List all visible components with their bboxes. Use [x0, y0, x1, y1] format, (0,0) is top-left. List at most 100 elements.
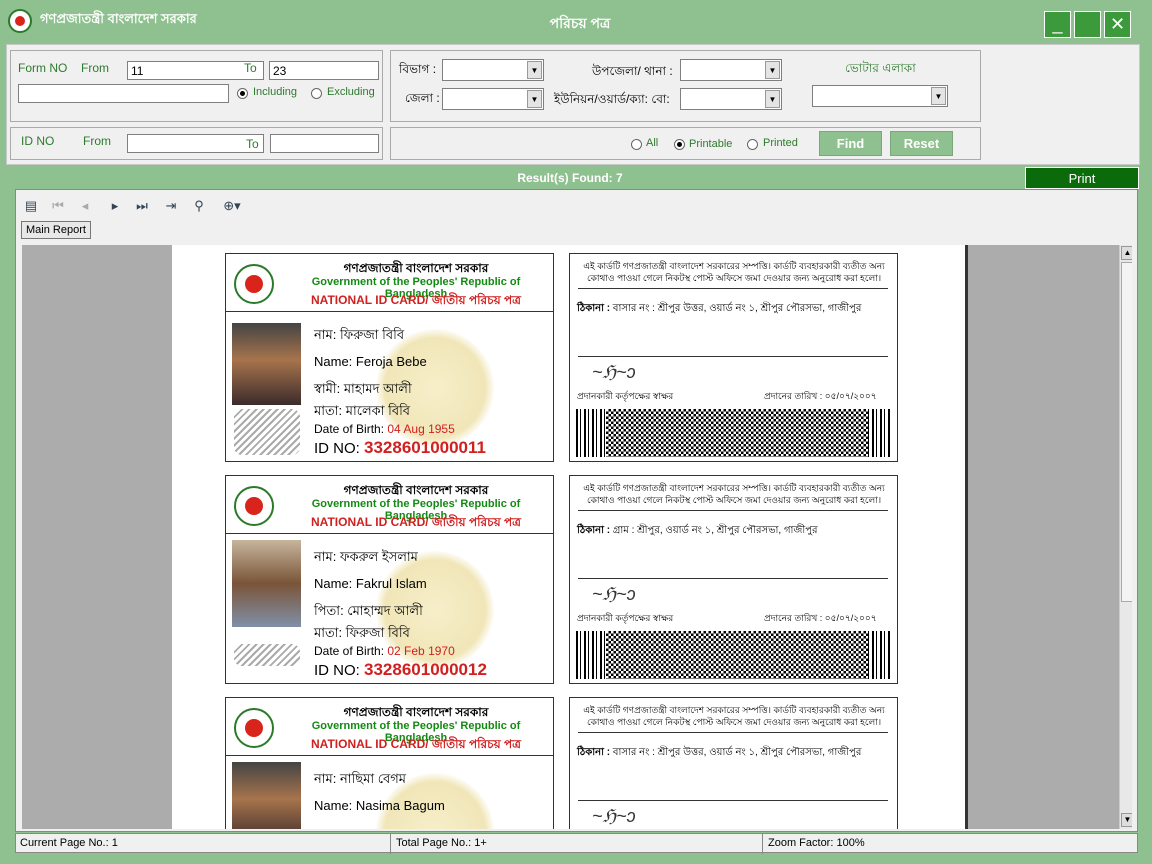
address: ঠিকানা : বাসার নং : শ্রীপুর উত্তর, ওয়ার…: [577, 301, 861, 318]
previous-page-icon[interactable]: ◂: [77, 198, 93, 214]
back-notice: এই কার্ডটি গণপ্রজাতন্ত্রী বাংলাদেশ সরকার…: [583, 483, 885, 505]
address: ঠিকানা : বাসার নং : শ্রীপুর উত্তর, ওয়ার…: [577, 745, 861, 762]
close-button[interactable]: ✕: [1104, 11, 1131, 38]
mother-name: মাতা: মালেকা বিবি: [314, 403, 411, 418]
chevron-down-icon: ▼: [765, 61, 780, 79]
chevron-down-icon: ▼: [527, 61, 542, 79]
excluding-radio[interactable]: [311, 88, 322, 99]
goto-page-icon[interactable]: ⇥: [163, 198, 179, 214]
divider: [578, 800, 888, 801]
excluding-label: Excluding: [327, 86, 375, 98]
export-icon[interactable]: ▤: [23, 198, 39, 214]
date-of-birth: Date of Birth: 04 Aug 1955: [314, 422, 455, 436]
id-number-value: 3328601000012: [364, 660, 487, 679]
maximize-button[interactable]: [1074, 11, 1101, 38]
union-label: ইউনিয়ন/ওয়ার্ড/ক্যা: বো:: [554, 92, 670, 106]
name-english-label: Name:: [314, 354, 353, 369]
including-radio[interactable]: [237, 88, 248, 99]
dob-label: Date of Birth:: [314, 422, 385, 436]
filter-panel: Form NO From To Including Excluding ID N…: [6, 44, 1140, 165]
first-page-icon[interactable]: ⏮: [50, 198, 66, 214]
back-notice: এই কার্ডটি গণপ্রজাতন্ত্রী বাংলাদেশ সরকার…: [583, 261, 885, 283]
including-label: Including: [253, 86, 298, 98]
results-count: Result(s) Found: 7: [517, 171, 623, 185]
next-page-icon[interactable]: ▸: [107, 198, 123, 214]
name-english: Name: Nasima Bagum: [314, 798, 445, 813]
division-select[interactable]: ▼: [442, 59, 544, 81]
government-seal-icon: [234, 708, 274, 748]
status-divider: [390, 834, 391, 854]
main-report-tab[interactable]: Main Report: [21, 221, 91, 239]
district-select[interactable]: ▼: [442, 88, 544, 110]
address-label: ঠিকানা :: [577, 747, 611, 758]
id-from-input[interactable]: [127, 134, 264, 153]
issuer-signature-image: ~ℌ~ↄ: [592, 584, 636, 604]
zoom-icon[interactable]: ⊕▾: [219, 198, 245, 214]
name-bangla: নাম: নাছিমা বেগম: [314, 771, 406, 786]
all-radio[interactable]: [631, 139, 642, 150]
issuer-sign-label: প্রদানকারী কর্তৃপক্ষের স্বাক্ষর: [577, 613, 674, 623]
issuer-signature-image: ~ℌ~ↄ: [592, 806, 636, 826]
minimize-button[interactable]: _: [1044, 11, 1071, 38]
report-canvas: গণপ্রজাতন্ত্রী বাংলাদেশ সরকার Government…: [22, 245, 1132, 829]
relative-name: পিতা: মোহাম্মদ আলী: [314, 603, 423, 618]
find-button[interactable]: Find: [819, 131, 882, 156]
id-card-front: গণপ্রজাতন্ত্রী বাংলাদেশ সরকার Government…: [225, 475, 554, 684]
upazila-select[interactable]: ▼: [680, 59, 782, 81]
issuer-sign-label: প্রদানকারী কর্তৃপক্ষের স্বাক্ষর: [577, 391, 674, 401]
id-to-label: To: [246, 137, 259, 151]
government-seal-icon: [234, 486, 274, 526]
scroll-down-icon[interactable]: ▼: [1121, 813, 1132, 827]
location-group: বিভাগ : ▼ জেলা : ▼ উপজেলা/ থানা : ▼ ইউনি…: [390, 50, 981, 122]
name-bangla: নাম: ফিরুজা বিবি: [314, 327, 405, 342]
cardholder-photo: [232, 540, 301, 627]
name-english: Name: Fakrul Islam: [314, 576, 427, 591]
nid-title: NATIONAL ID CARD/ জাতীয় পরিচয় পত্র: [311, 737, 521, 751]
id-number: ID NO: 3328601000011: [314, 438, 486, 458]
report-page: গণপ্রজাতন্ত্রী বাংলাদেশ সরকার Government…: [172, 245, 968, 829]
relative-name: স্বামী: মাহামদ আলী: [314, 381, 412, 396]
id-to-input[interactable]: [270, 134, 379, 153]
card-header: গণপ্রজাতন্ত্রী বাংলাদেশ সরকার Government…: [226, 476, 553, 534]
last-page-icon[interactable]: ⏭: [134, 198, 150, 214]
id-from-label: From: [83, 134, 111, 148]
search-icon[interactable]: ⚲: [191, 198, 207, 214]
reset-button[interactable]: Reset: [890, 131, 953, 156]
id-no-label: ID NO: [21, 134, 55, 148]
id-number-label: ID NO:: [314, 662, 360, 679]
scroll-thumb[interactable]: [1121, 262, 1132, 602]
title-bar: গণপ্রজাতন্ত্রী বাংলাদেশ সরকার পরিচয় পত্…: [0, 0, 1152, 44]
union-select[interactable]: ▼: [680, 88, 782, 110]
all-label: All: [646, 137, 659, 149]
printed-radio[interactable]: [747, 139, 758, 150]
form-to-input[interactable]: [269, 61, 379, 80]
name-bangla: নাম: ফকরুল ইসলাম: [314, 549, 418, 564]
district-label: জেলা :: [405, 91, 440, 105]
name-english-label: Name:: [314, 798, 353, 813]
print-button[interactable]: Print: [1025, 167, 1139, 189]
address-value: বাসার নং : শ্রীপুর উত্তর, ওয়ার্ড নং ১, …: [612, 747, 862, 758]
form-from-label: From: [81, 61, 109, 75]
vertical-scrollbar[interactable]: ▲ ▼: [1119, 245, 1132, 829]
id-card-front: গণপ্রজাতন্ত্রী বাংলাদেশ সরকার Government…: [225, 697, 554, 829]
name-english: Name: Feroja Bebe: [314, 354, 427, 369]
fingerprint-image: [234, 409, 300, 455]
printable-radio[interactable]: [674, 139, 685, 150]
government-seal-icon: [8, 9, 32, 33]
name-english-value: Fakrul Islam: [355, 576, 427, 591]
address: ঠিকানা : গ্রাম : শ্রীপুর, ওয়ার্ড নং ১, …: [577, 523, 818, 540]
divider: [578, 732, 888, 733]
nid-title: NATIONAL ID CARD/ জাতীয় পরিচয় পত্র: [311, 293, 521, 307]
id-card-front: গণপ্রজাতন্ত্রী বাংলাদেশ সরকার Government…: [225, 253, 554, 462]
date-of-birth: Date of Birth: 02 Feb 1970: [314, 644, 455, 658]
id-card-back: এই কার্ডটি গণপ্রজাতন্ত্রী বাংলাদেশ সরকার…: [569, 697, 898, 829]
divider: [578, 510, 888, 511]
id-no-group: ID NO From To: [10, 127, 383, 160]
issue-date: প্রদানের তারিখ : ০৫/০৭/২০০৭: [764, 613, 877, 623]
scroll-up-icon[interactable]: ▲: [1121, 246, 1132, 260]
printable-label: Printable: [689, 138, 733, 150]
form-list-input[interactable]: [18, 84, 229, 103]
voter-area-select[interactable]: ▼: [812, 85, 948, 107]
status-divider: [762, 834, 763, 854]
printed-label: Printed: [763, 137, 798, 149]
